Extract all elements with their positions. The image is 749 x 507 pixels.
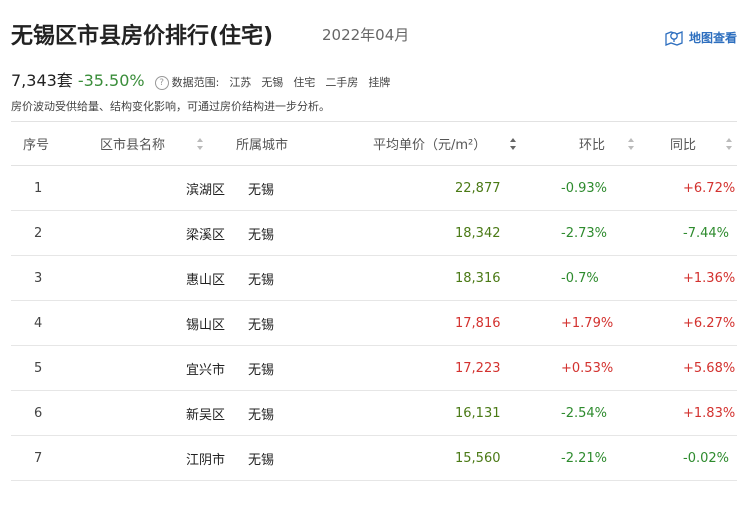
- table-row[interactable]: 5 宜兴市 无锡 17,223 +0.53% +5.68%: [11, 345, 737, 391]
- mom-change: -2.21%: [531, 435, 664, 481]
- column-header-name-label: 区市县名称: [100, 138, 166, 153]
- table-body: 1 滨湖区 无锡 22,877 -0.93% +6.72% 2 梁溪区 无锡 1…: [11, 165, 737, 481]
- analysis-note: 房价波动受供给量、结构变化影响，可通过房价结构进一步分析。: [11, 100, 330, 113]
- map-view-link[interactable]: 地图查看: [664, 28, 737, 46]
- question-circle-icon[interactable]: ?: [154, 76, 169, 90]
- listing-change: -35.50%: [77, 71, 145, 90]
- column-header-index: 序号: [11, 121, 86, 166]
- table-row[interactable]: 4 锡山区 无锡 17,816 +1.79% +6.27%: [11, 300, 737, 346]
- column-header-city-label: 所属城市: [236, 138, 289, 153]
- city-name: 无锡: [231, 390, 336, 436]
- column-header-price[interactable]: 平均单价（元/m²）: [336, 121, 531, 166]
- avg-price: 18,316: [336, 255, 531, 301]
- column-header-mom-label: 环比: [579, 138, 606, 153]
- sort-arrows-icon[interactable]: [726, 137, 733, 150]
- table-header-row: 序号 区市县名称 所属城市 平均单价（元/m²） 环比 同比: [11, 121, 737, 166]
- yoy-change: +6.27%: [664, 300, 737, 346]
- mom-change: -0.93%: [531, 165, 664, 211]
- map-pin-icon: [665, 31, 683, 46]
- scope-label: 数据范围:: [171, 76, 220, 89]
- map-view-label[interactable]: 地图查看: [689, 29, 737, 46]
- row-index: 6: [11, 390, 86, 436]
- column-header-yoy[interactable]: 同比: [664, 121, 737, 166]
- table-row[interactable]: 3 惠山区 无锡 18,316 -0.7% +1.36%: [11, 255, 737, 301]
- city-name: 无锡: [231, 165, 336, 211]
- sort-arrows-icon[interactable]: [510, 137, 517, 150]
- column-header-mom[interactable]: 环比: [531, 121, 664, 166]
- table-row[interactable]: 1 滨湖区 无锡 22,877 -0.93% +6.72%: [11, 165, 737, 211]
- district-name[interactable]: 锡山区: [86, 300, 231, 346]
- yoy-change: -0.02%: [664, 435, 737, 481]
- mom-change: -2.54%: [531, 390, 664, 436]
- row-index: 5: [11, 345, 86, 391]
- mom-change: -0.7%: [531, 255, 664, 301]
- table-row[interactable]: 2 梁溪区 无锡 18,342 -2.73% -7.44%: [11, 210, 737, 256]
- mom-change: -2.73%: [531, 210, 664, 256]
- city-name: 无锡: [231, 255, 336, 301]
- mom-change: +0.53%: [531, 345, 664, 391]
- table-row[interactable]: 7 江阴市 无锡 15,560 -2.21% -0.02%: [11, 435, 737, 481]
- report-date: 2022年04月: [322, 26, 410, 44]
- column-header-index-label: 序号: [23, 138, 50, 153]
- avg-price: 17,816: [336, 300, 531, 346]
- avg-price: 15,560: [336, 435, 531, 481]
- column-header-price-label: 平均单价（元/m²）: [373, 138, 487, 153]
- row-index: 2: [11, 210, 86, 256]
- yoy-change: +6.72%: [664, 165, 737, 211]
- district-name[interactable]: 惠山区: [86, 255, 231, 301]
- sort-arrows-icon[interactable]: [628, 137, 635, 150]
- mom-change: +1.79%: [531, 300, 664, 346]
- row-index: 7: [11, 435, 86, 481]
- city-name: 无锡: [231, 300, 336, 346]
- ranking-table: 序号 区市县名称 所属城市 平均单价（元/m²） 环比 同比 1 滨湖区 无锡 …: [11, 121, 737, 481]
- scope-item-province: 江苏: [229, 76, 252, 89]
- row-index: 1: [11, 165, 86, 211]
- avg-price: 18,342: [336, 210, 531, 256]
- district-name[interactable]: 梁溪区: [86, 210, 231, 256]
- page-header: 无锡区市县房价排行(住宅) 2022年04月 地图查看: [11, 14, 737, 54]
- city-name: 无锡: [231, 435, 336, 481]
- city-name: 无锡: [231, 210, 336, 256]
- yoy-change: +5.68%: [664, 345, 737, 391]
- avg-price: 22,877: [336, 165, 531, 211]
- table-row[interactable]: 6 新吴区 无锡 16,131 -2.54% +1.83%: [11, 390, 737, 436]
- avg-price: 17,223: [336, 345, 531, 391]
- page-title: 无锡区市县房价排行(住宅): [11, 24, 274, 49]
- yoy-change: -7.44%: [664, 210, 737, 256]
- summary-bar: 7,343套 -35.50% ? 数据范围: 江苏 无锡 住宅 二手房 挂牌: [11, 67, 391, 90]
- scope-item-city: 无锡: [261, 76, 284, 89]
- yoy-change: +1.36%: [664, 255, 737, 301]
- column-header-yoy-label: 同比: [670, 138, 697, 153]
- district-name[interactable]: 滨湖区: [86, 165, 231, 211]
- row-index: 4: [11, 300, 86, 346]
- district-name[interactable]: 宜兴市: [86, 345, 231, 391]
- scope-item-source: 挂牌: [368, 76, 391, 89]
- column-header-city: 所属城市: [231, 121, 336, 166]
- avg-price: 16,131: [336, 390, 531, 436]
- district-name[interactable]: 江阴市: [86, 435, 231, 481]
- city-name: 无锡: [231, 345, 336, 391]
- yoy-change: +1.83%: [664, 390, 737, 436]
- district-name[interactable]: 新吴区: [86, 390, 231, 436]
- column-header-name[interactable]: 区市县名称: [86, 121, 231, 166]
- sort-arrows-icon[interactable]: [197, 137, 204, 150]
- row-index: 3: [11, 255, 86, 301]
- scope-item-market: 二手房: [325, 76, 359, 89]
- scope-item-type: 住宅: [293, 76, 316, 89]
- listing-count: 7,343套: [11, 71, 73, 90]
